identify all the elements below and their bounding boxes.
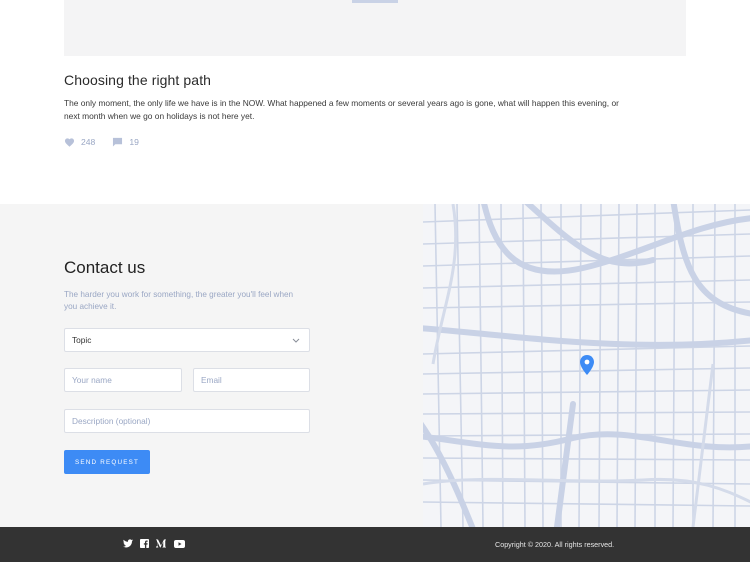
name-field[interactable]: Your name — [64, 368, 182, 392]
likes-count: 248 — [81, 137, 96, 147]
description-field-placeholder: Description (optional) — [72, 416, 151, 426]
social-links — [123, 539, 192, 548]
heart-icon — [64, 138, 75, 147]
twitter-icon[interactable] — [123, 539, 133, 548]
email-field-placeholder: Email — [201, 375, 222, 385]
comments-count: 19 — [129, 137, 139, 147]
image-placeholder-mark — [352, 0, 398, 3]
contact-section: Contact us The harder you work for somet… — [0, 204, 750, 527]
youtube-icon[interactable] — [174, 539, 185, 548]
medium-icon[interactable] — [156, 539, 167, 548]
facebook-icon[interactable] — [140, 539, 149, 548]
name-field-placeholder: Your name — [72, 375, 112, 385]
description-field[interactable]: Description (optional) — [64, 409, 310, 433]
map-pin-icon[interactable] — [580, 355, 594, 375]
email-field[interactable]: Email — [193, 368, 310, 392]
topic-select-value: Topic — [72, 335, 92, 345]
send-request-button[interactable]: Send request — [64, 450, 150, 474]
article-title[interactable]: Choosing the right path — [64, 72, 211, 88]
contact-title: Contact us — [64, 258, 146, 277]
comments-counter[interactable]: 19 — [112, 137, 139, 147]
chevron-down-icon — [292, 338, 300, 343]
article-image — [64, 0, 686, 56]
copyright-text: Copyright © 2020. All rights reserved. — [495, 540, 615, 549]
footer: Copyright © 2020. All rights reserved. — [0, 527, 750, 562]
topic-select[interactable]: Topic — [64, 328, 310, 352]
article-meta: 248 19 — [64, 137, 156, 147]
map[interactable] — [423, 204, 750, 527]
comment-icon — [113, 137, 123, 147]
contact-subtitle: The harder you work for something, the g… — [64, 290, 294, 311]
likes-counter[interactable]: 248 — [64, 137, 95, 147]
article-body: The only moment, the only life we have i… — [64, 98, 619, 121]
